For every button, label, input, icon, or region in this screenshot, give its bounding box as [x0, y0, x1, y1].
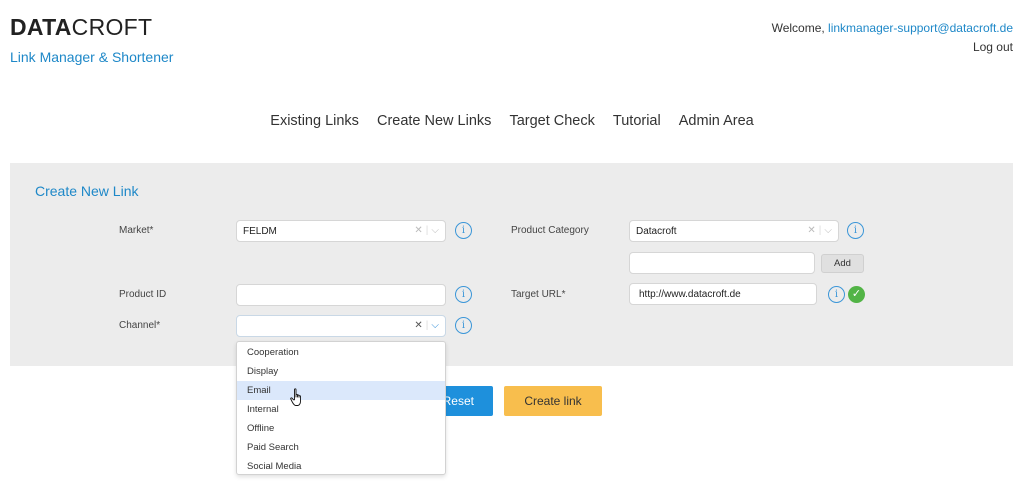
chevron-down-icon[interactable]: ⌵ — [431, 225, 439, 236]
welcome-text: Welcome, linkmanager-support@datacroft.d… — [772, 21, 1013, 35]
channel-option-offline[interactable]: Offline — [237, 419, 445, 438]
app-subtitle: Link Manager & Shortener — [10, 49, 174, 65]
channel-option-social-media[interactable]: Social Media — [237, 457, 445, 476]
channel-label: Channel* — [119, 320, 161, 331]
info-icon[interactable]: i — [455, 317, 472, 334]
clear-icon[interactable]: ✕ — [807, 225, 815, 236]
logo: DATACROFT — [10, 14, 152, 41]
chevron-down-icon[interactable]: ⌵ — [824, 225, 832, 236]
channel-option-email[interactable]: Email — [237, 381, 445, 400]
product-category-value: Datacroft — [636, 226, 677, 237]
chevron-down-icon[interactable]: ⌵ — [431, 320, 439, 331]
panel-title: Create New Link — [35, 183, 139, 199]
market-label: Market* — [119, 225, 154, 236]
nav-existing-links[interactable]: Existing Links — [270, 113, 359, 129]
market-value: FELDM — [243, 226, 277, 237]
logout-link[interactable]: Log out — [973, 40, 1013, 54]
product-category-select[interactable]: Datacroft ✕ | ⌵ — [629, 220, 839, 242]
market-select[interactable]: FELDM ✕ | ⌵ — [236, 220, 446, 242]
product-id-input[interactable] — [236, 284, 446, 306]
info-icon[interactable]: i — [828, 286, 845, 303]
clear-icon[interactable]: ✕ — [414, 225, 422, 236]
nav-target-check[interactable]: Target Check — [509, 113, 594, 129]
channel-option-internal[interactable]: Internal — [237, 400, 445, 419]
hand-cursor-icon — [290, 388, 301, 406]
create-link-button[interactable]: Create link — [504, 386, 602, 416]
nav-tutorial[interactable]: Tutorial — [613, 113, 661, 129]
info-icon[interactable]: i — [455, 286, 472, 303]
welcome-label: Welcome, — [771, 21, 829, 35]
product-category-label: Product Category — [511, 225, 589, 236]
info-icon[interactable]: i — [847, 222, 864, 239]
nav-create-new-links[interactable]: Create New Links — [377, 113, 491, 129]
logo-bold: DATA — [10, 14, 72, 40]
clear-icon[interactable]: ✕ — [414, 320, 422, 331]
main-nav: Existing Links Create New Links Target C… — [0, 113, 1024, 129]
info-icon[interactable]: i — [455, 222, 472, 239]
channel-select[interactable]: ✕ | ⌵ — [236, 315, 446, 337]
new-category-input[interactable] — [629, 252, 815, 274]
channel-dropdown-menu: Cooperation Display Email Internal Offli… — [236, 341, 446, 475]
target-url-label: Target URL* — [511, 289, 566, 300]
nav-admin-area[interactable]: Admin Area — [679, 113, 754, 129]
channel-option-cooperation[interactable]: Cooperation — [237, 343, 445, 362]
check-icon: ✓ — [848, 286, 865, 303]
product-id-label: Product ID — [119, 289, 167, 300]
channel-option-paid-search[interactable]: Paid Search — [237, 438, 445, 457]
logo-light: CROFT — [71, 14, 153, 40]
channel-option-display[interactable]: Display — [237, 362, 445, 381]
add-category-button[interactable]: Add — [821, 254, 864, 273]
target-url-input[interactable]: http://www.datacroft.de — [629, 283, 817, 305]
user-email-link[interactable]: linkmanager-support@datacroft.de — [828, 21, 1013, 35]
